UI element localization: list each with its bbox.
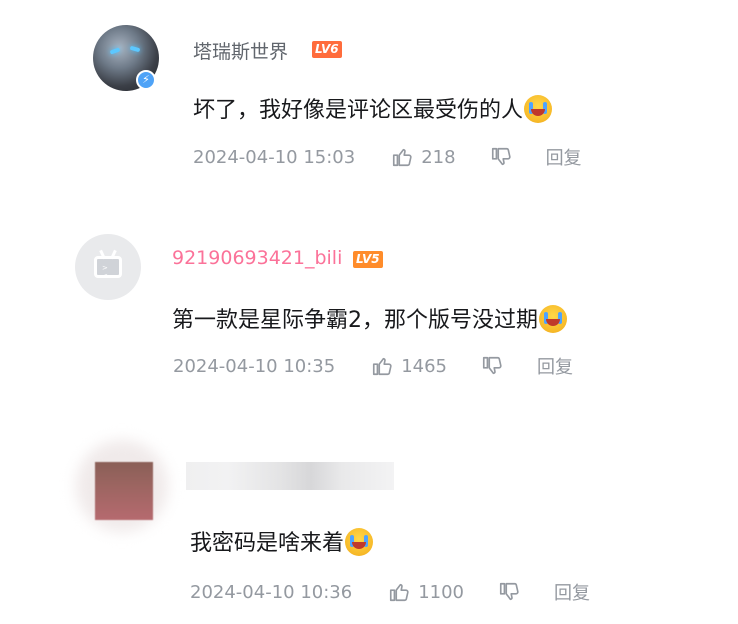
like-button[interactable]: 1465 (371, 355, 447, 377)
reply-button[interactable]: 回复 (546, 144, 582, 170)
thumbs-up-icon (393, 148, 412, 167)
avatar-eye (109, 47, 121, 55)
comment-date: 2024-04-10 15:03 (193, 146, 356, 168)
comment-meta: 2024-04-10 15:03 218 回复 (193, 144, 582, 170)
like-count: 1465 (401, 355, 448, 377)
avatar[interactable]: > < (75, 234, 141, 300)
username[interactable]: 92190693421_bili (172, 247, 342, 269)
laughing-crying-face-emoji-icon (539, 305, 567, 333)
comment-text-body: 我密码是啥来着 (190, 531, 345, 556)
comment-meta: 2024-04-10 10:35 1465 回复 (173, 353, 573, 379)
comment-meta: 2024-04-10 10:36 1100 回复 (190, 579, 590, 605)
bilibili-tv-icon: > < (94, 256, 122, 280)
avatar[interactable] (95, 462, 153, 520)
like-button[interactable]: 218 (391, 146, 456, 168)
avatar-eye (129, 45, 141, 53)
thumbs-up-icon (390, 583, 409, 602)
dislike-button[interactable] (481, 355, 503, 377)
like-count: 1100 (418, 581, 465, 603)
dislike-button[interactable] (498, 581, 520, 603)
like-count: 218 (421, 146, 456, 168)
crying-face-emoji-icon (524, 95, 553, 123)
like-button[interactable]: 1100 (388, 581, 464, 603)
comment-text-body: 第一款是星际争霸2，那个版号没过期 (172, 308, 538, 333)
dislike-button[interactable] (490, 146, 512, 168)
level-badge: LV5 (353, 251, 383, 268)
thumbs-down-icon (499, 582, 519, 601)
comment-text: 第一款是星际争霸2，那个版号没过期 (172, 302, 567, 334)
comment-date: 2024-04-10 10:35 (173, 355, 336, 377)
reply-button[interactable]: 回复 (537, 353, 573, 379)
comment-text: 坏了，我好像是评论区最受伤的人 (193, 92, 553, 124)
thumbs-down-icon (482, 356, 502, 375)
username[interactable]: 塔瑞斯世界 (193, 37, 288, 64)
reply-button[interactable]: 回复 (554, 579, 590, 605)
level-badge: LV6 (312, 41, 342, 58)
verified-badge-icon: ⚡ (136, 70, 156, 90)
comment-text-body: 坏了，我好像是评论区最受伤的人 (193, 98, 524, 123)
comment-date: 2024-04-10 10:36 (190, 581, 353, 603)
thumbs-up-icon (373, 357, 392, 376)
thumbs-down-icon (491, 147, 511, 166)
username-redacted (186, 462, 394, 490)
laughing-crying-face-emoji-icon (345, 528, 374, 556)
comment-text: 我密码是啥来着 (190, 525, 374, 557)
